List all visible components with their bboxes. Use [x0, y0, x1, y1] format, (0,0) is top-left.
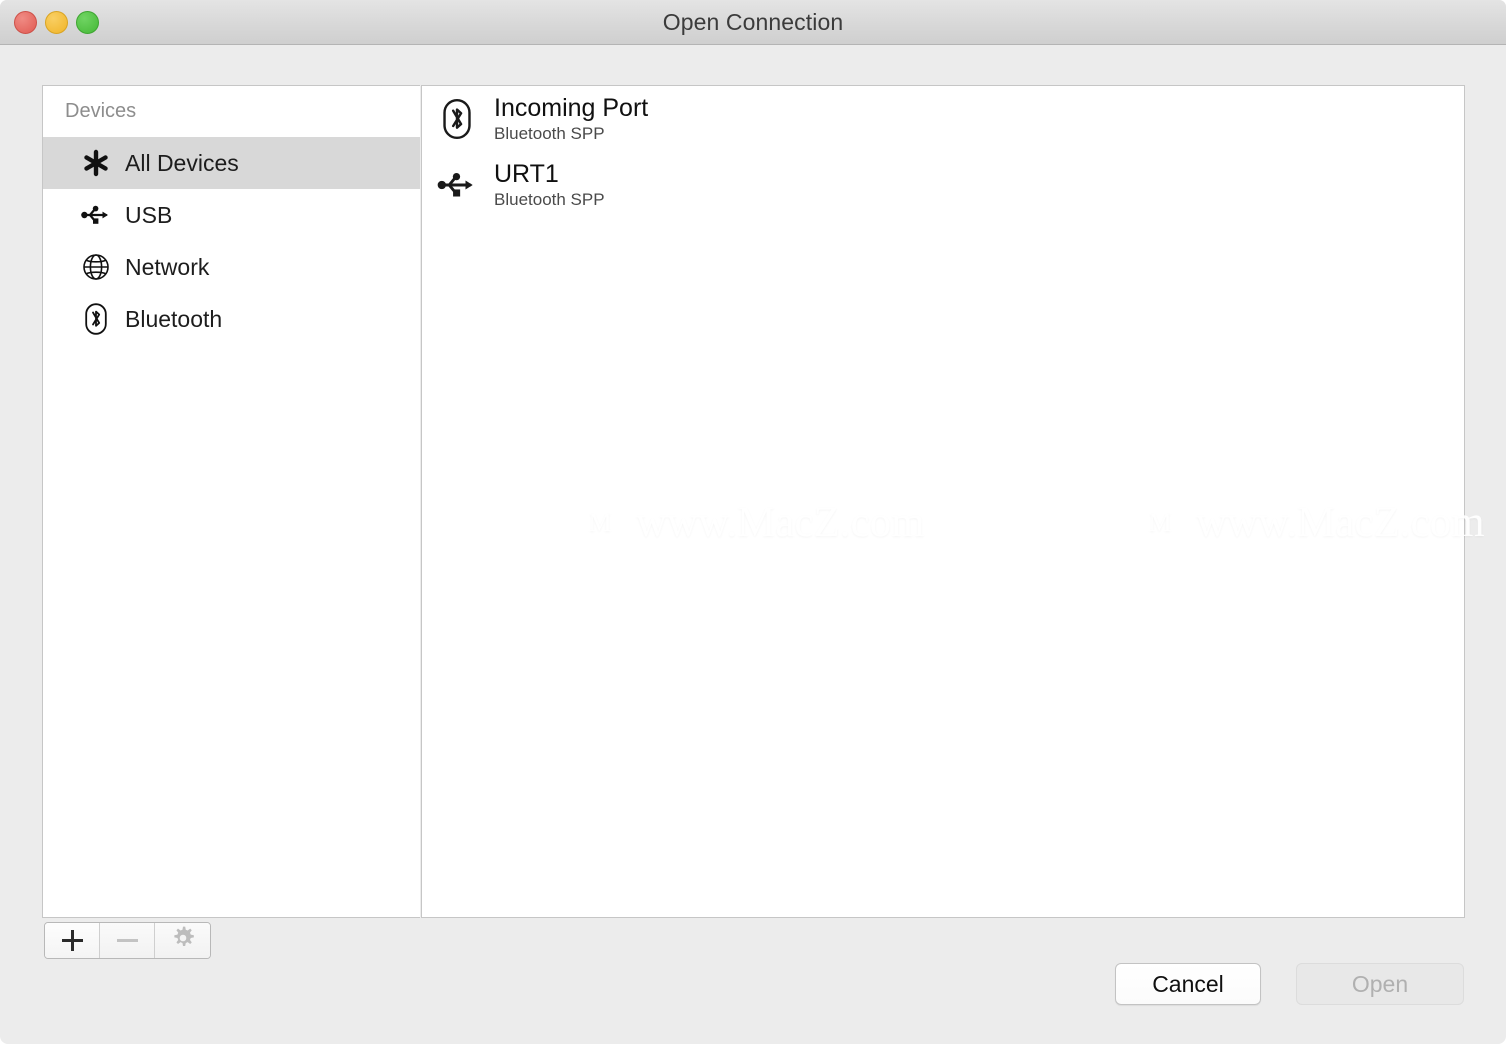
remove-device-button[interactable] — [100, 923, 155, 958]
device-list-item[interactable]: URT1 Bluetooth SPP — [422, 152, 1464, 218]
device-list-item[interactable]: Incoming Port Bluetooth SPP — [422, 86, 1464, 152]
usb-icon — [81, 200, 111, 230]
device-name: Incoming Port — [494, 94, 649, 123]
minus-icon — [116, 939, 138, 942]
sidebar-item-label: Network — [125, 253, 210, 280]
device-list-panel: Incoming Port Bluetooth SPP URT1 Bluetoo… — [421, 85, 1465, 918]
sidebar-header: Devices — [65, 100, 137, 122]
bluetooth-icon — [81, 303, 111, 335]
cancel-button[interactable]: Cancel — [1115, 963, 1261, 1005]
sidebar-item-network[interactable]: Network — [43, 241, 420, 293]
sidebar-item-label: USB — [125, 201, 173, 228]
bluetooth-icon — [436, 96, 478, 142]
device-settings-button[interactable] — [155, 923, 210, 958]
device-type: Bluetooth SPP — [494, 123, 605, 143]
device-text-block: Incoming Port Bluetooth SPP — [494, 95, 648, 142]
device-text-block: URT1 Bluetooth SPP — [494, 161, 605, 208]
sidebar-item-label: Bluetooth — [125, 305, 223, 332]
sidebar-item-all-devices[interactable]: All Devices — [43, 137, 420, 189]
open-button[interactable]: Open — [1296, 963, 1464, 1005]
device-name: URT1 — [494, 160, 559, 189]
titlebar: Open Connection — [0, 0, 1506, 45]
device-toolbar — [44, 922, 211, 959]
gear-icon — [170, 925, 196, 956]
sidebar-item-usb[interactable]: USB — [43, 189, 420, 241]
globe-icon — [81, 252, 111, 282]
plus-icon — [61, 930, 83, 951]
add-device-button[interactable] — [45, 923, 100, 958]
window-title: Open Connection — [662, 9, 844, 35]
sidebar-item-label: All Devices — [125, 149, 239, 176]
usb-icon — [436, 162, 478, 208]
device-type: Bluetooth SPP — [494, 189, 605, 209]
open-connection-dialog: Open Connection Devices All Devices USB … — [0, 0, 1506, 1044]
sidebar-item-bluetooth[interactable]: Bluetooth — [43, 293, 420, 345]
asterisk-icon — [81, 148, 111, 178]
devices-sidebar: Devices All Devices USB Network Bluetoot… — [42, 85, 420, 918]
